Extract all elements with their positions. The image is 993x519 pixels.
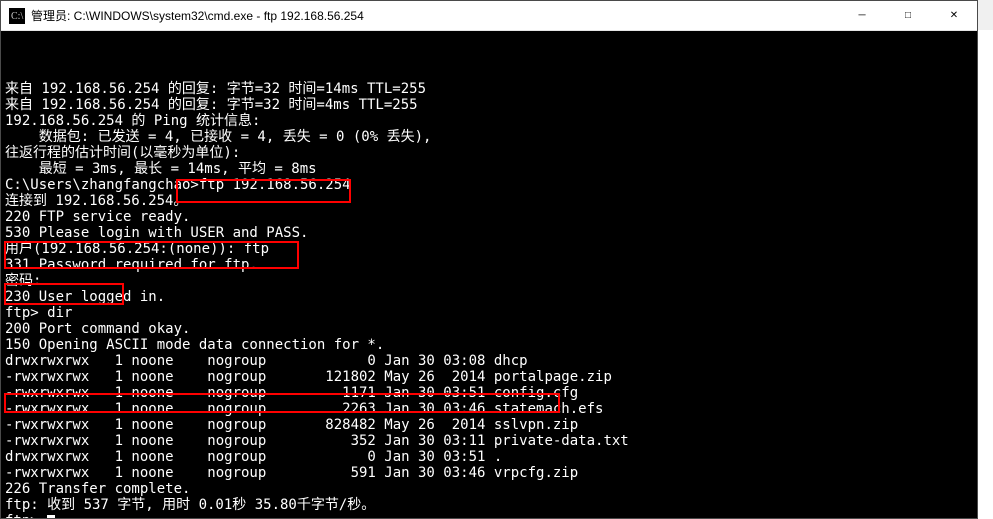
cmd-window: C:\ 管理员: C:\WINDOWS\system32\cmd.exe - f… [0, 0, 978, 519]
terminal-line: 数据包: 已发送 = 4, 已接收 = 4, 丢失 = 0 (0% 丢失), [5, 129, 973, 145]
svg-text:C:\: C:\ [11, 11, 23, 22]
terminal-line: C:\Users\zhangfangchao>ftp 192.168.56.25… [5, 177, 973, 193]
minimize-button[interactable]: ─ [839, 1, 885, 31]
terminal-line: -rwxrwxrwx 1 noone nogroup 1171 Jan 30 0… [5, 385, 973, 401]
terminal-line: -rwxrwxrwx 1 noone nogroup 352 Jan 30 03… [5, 433, 973, 449]
terminal-line: ftp: 收到 537 字节, 用时 0.01秒 35.80千字节/秒。 [5, 497, 973, 513]
terminal-line: ftp> dir [5, 305, 973, 321]
terminal-line: 220 FTP service ready. [5, 209, 973, 225]
terminal-line: 200 Port command okay. [5, 321, 973, 337]
terminal-output[interactable]: 来自 192.168.56.254 的回复: 字节=32 时间=14ms TTL… [1, 31, 977, 518]
window-title: 管理员: C:\WINDOWS\system32\cmd.exe - ftp 1… [31, 7, 364, 24]
terminal-line: drwxrwxrwx 1 noone nogroup 0 Jan 30 03:0… [5, 353, 973, 369]
terminal-line: 331 Password required for ftp. [5, 257, 973, 273]
terminal-line: ftp> [5, 513, 973, 518]
close-button[interactable]: ✕ [931, 1, 977, 31]
terminal-line: 来自 192.168.56.254 的回复: 字节=32 时间=14ms TTL… [5, 81, 973, 97]
terminal-line: 226 Transfer complete. [5, 481, 973, 497]
terminal-line: 最短 = 3ms, 最长 = 14ms, 平均 = 8ms [5, 161, 973, 177]
terminal-line: 往返行程的估计时间(以毫秒为单位): [5, 145, 973, 161]
terminal-line: -rwxrwxrwx 1 noone nogroup 121802 May 26… [5, 369, 973, 385]
terminal-line: 230 User logged in. [5, 289, 973, 305]
background-window-sliver [978, 30, 993, 519]
maximize-icon: □ [905, 10, 911, 21]
cmd-icon: C:\ [9, 8, 25, 24]
terminal-line: -rwxrwxrwx 1 noone nogroup 828482 May 26… [5, 417, 973, 433]
terminal-line: 530 Please login with USER and PASS. [5, 225, 973, 241]
maximize-button[interactable]: □ [885, 1, 931, 31]
terminal-line: -rwxrwxrwx 1 noone nogroup 2263 Jan 30 0… [5, 401, 973, 417]
terminal-line: 连接到 192.168.56.254。 [5, 193, 973, 209]
titlebar[interactable]: C:\ 管理员: C:\WINDOWS\system32\cmd.exe - f… [1, 1, 977, 31]
terminal-line: 用户(192.168.56.254:(none)): ftp [5, 241, 973, 257]
terminal-line: drwxrwxrwx 1 noone nogroup 0 Jan 30 03:5… [5, 449, 973, 465]
terminal-line: 来自 192.168.56.254 的回复: 字节=32 时间=4ms TTL=… [5, 97, 973, 113]
cursor [47, 515, 55, 518]
terminal-line: 150 Opening ASCII mode data connection f… [5, 337, 973, 353]
terminal-line: -rwxrwxrwx 1 noone nogroup 591 Jan 30 03… [5, 465, 973, 481]
minimize-icon: ─ [858, 10, 865, 21]
terminal-line: 密码: [5, 273, 973, 289]
close-icon: ✕ [950, 10, 958, 21]
terminal-line: 192.168.56.254 的 Ping 统计信息: [5, 113, 973, 129]
